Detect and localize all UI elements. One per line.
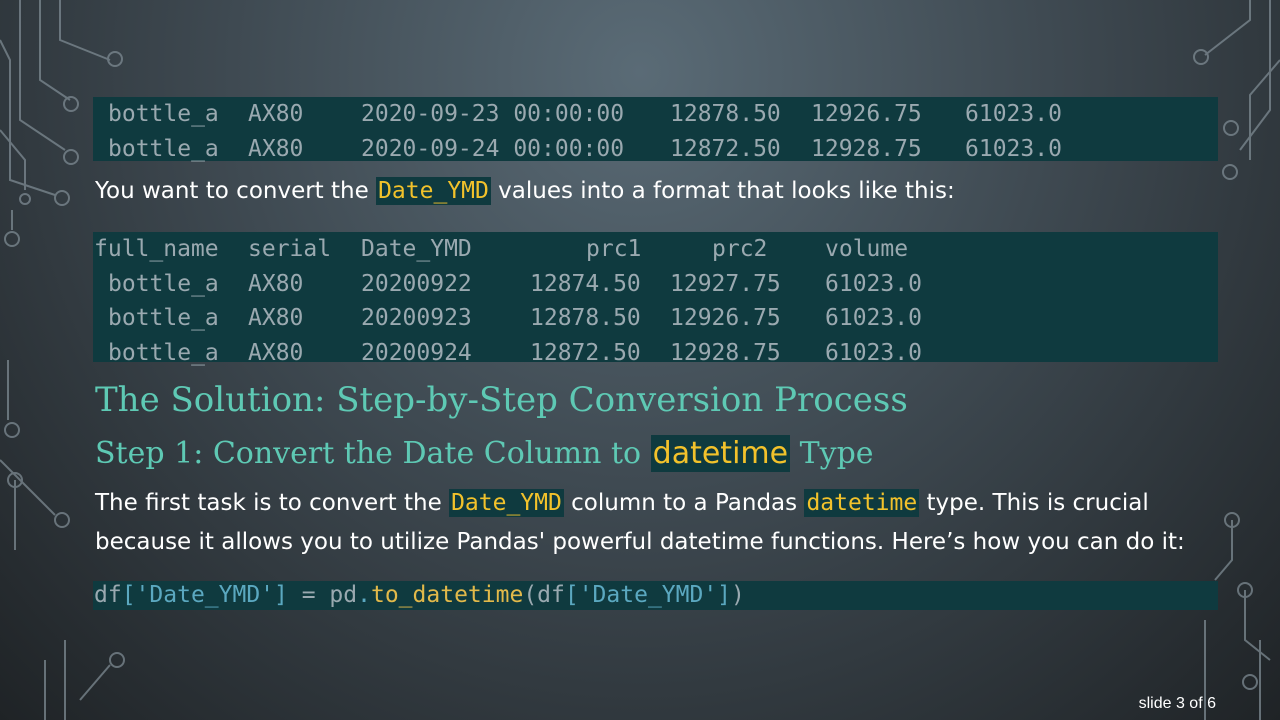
paragraph-text: The first task is to convert the bbox=[95, 490, 450, 516]
cell: bottle_a bbox=[108, 135, 219, 162]
dataframe-output-desired: full_name serial Date_YMD prc1 prc2 volu… bbox=[93, 232, 1218, 366]
cell: 61023.0 bbox=[965, 101, 1062, 127]
cell: 61023.0 bbox=[825, 339, 922, 366]
code-token: ['Date_YMD'] bbox=[121, 582, 288, 608]
code-token: ) bbox=[731, 582, 745, 608]
cell: 12878.50 bbox=[530, 305, 641, 331]
step-1-paragraph-line-1: The first task is to convert the Date_YM… bbox=[95, 489, 1149, 517]
inline-code: Date_YMD bbox=[449, 489, 564, 517]
code-token: (df bbox=[523, 582, 565, 608]
column-header: volume bbox=[825, 236, 909, 262]
column-header: Date_YMD bbox=[361, 236, 472, 262]
step-1-heading-before: Step 1: Convert the Date Column to bbox=[95, 436, 651, 471]
code-token: df bbox=[94, 582, 122, 608]
step-1-heading: Step 1: Convert the Date Column to datet… bbox=[95, 435, 874, 472]
cell: 20200924 bbox=[361, 339, 472, 366]
table-header-row: full_name serial Date_YMD prc1 prc2 volu… bbox=[93, 232, 1218, 267]
code-content: df['Date_YMD'] = pd.to_datetime(df['Date… bbox=[94, 581, 745, 610]
intro-text: You want to convert the Date_YMD values … bbox=[95, 177, 955, 205]
code-token: to_datetime bbox=[370, 582, 524, 608]
cell: 61023.0 bbox=[965, 135, 1062, 162]
cell: AX80 bbox=[248, 270, 304, 297]
solution-heading: The Solution: Step-by-Step Conversion Pr… bbox=[95, 380, 908, 420]
code-token: = bbox=[287, 582, 330, 608]
table-row: bottle_a AX80 20200923 12878.50 12926.75… bbox=[93, 301, 1218, 336]
cell: 20200922 bbox=[361, 270, 472, 297]
code-token: pd bbox=[329, 582, 358, 608]
cell: 12872.50 bbox=[670, 135, 781, 162]
cell: 12928.75 bbox=[811, 135, 922, 162]
paragraph-text: type. This is crucial bbox=[919, 490, 1149, 516]
code-token: ['Date_YMD'] bbox=[564, 582, 732, 608]
cell: 12926.75 bbox=[811, 101, 922, 127]
cell: 61023.0 bbox=[825, 305, 922, 331]
inline-code: datetime bbox=[650, 435, 791, 472]
table-row: bottle_a AX80 2020-09-24 00:00:00 12872.… bbox=[93, 132, 1218, 167]
code-line: df['Date_YMD'] = pd.to_datetime(df['Date… bbox=[93, 581, 1218, 610]
code-snippet: df['Date_YMD'] = pd.to_datetime(df['Date… bbox=[93, 581, 1218, 610]
cell: 12872.50 bbox=[530, 339, 641, 366]
cell: 12926.75 bbox=[670, 305, 781, 331]
cell: 12928.75 bbox=[670, 339, 781, 366]
code-token: . bbox=[357, 582, 371, 608]
cell: bottle_a bbox=[108, 101, 219, 127]
dataframe-output-top: bottle_a AX80 2020-09-23 00:00:00 12878.… bbox=[93, 97, 1218, 162]
cell: bottle_a bbox=[108, 339, 219, 366]
cell: 12878.50 bbox=[670, 101, 781, 127]
step-1-heading-after: Type bbox=[790, 436, 874, 471]
intro-text-before: You want to convert the bbox=[95, 178, 377, 204]
cell: AX80 bbox=[248, 101, 304, 127]
column-header: serial bbox=[248, 236, 332, 262]
paragraph-text: column to a Pandas bbox=[563, 490, 805, 516]
cell: 12927.75 bbox=[670, 270, 781, 297]
cell: 61023.0 bbox=[825, 270, 922, 297]
table-row: bottle_a AX80 20200922 12874.50 12927.75… bbox=[93, 267, 1218, 302]
step-1-paragraph-line-2: because it allows you to utilize Pandas'… bbox=[95, 529, 1185, 555]
cell: AX80 bbox=[248, 305, 304, 331]
cell: AX80 bbox=[248, 339, 304, 366]
intro-text-after: values into a format that looks like thi… bbox=[490, 178, 955, 204]
cell: 20200923 bbox=[361, 305, 472, 331]
cell: bottle_a bbox=[108, 305, 219, 331]
column-header: prc1 bbox=[586, 236, 642, 262]
table-row: bottle_a AX80 2020-09-23 00:00:00 12878.… bbox=[93, 97, 1218, 132]
inline-code: datetime bbox=[804, 489, 920, 517]
cell: 2020-09-23 00:00:00 bbox=[361, 101, 625, 127]
table-row: bottle_a AX80 20200924 12872.50 12928.75… bbox=[93, 336, 1218, 371]
cell: 12874.50 bbox=[530, 270, 641, 297]
cell: bottle_a bbox=[108, 270, 219, 297]
column-header: full_name bbox=[94, 236, 219, 262]
cell: AX80 bbox=[248, 135, 304, 162]
column-header: prc2 bbox=[712, 236, 768, 262]
slide-number: slide 3 of 6 bbox=[1138, 695, 1216, 712]
cell: 2020-09-24 00:00:00 bbox=[361, 135, 625, 162]
inline-code: Date_YMD bbox=[376, 177, 491, 205]
